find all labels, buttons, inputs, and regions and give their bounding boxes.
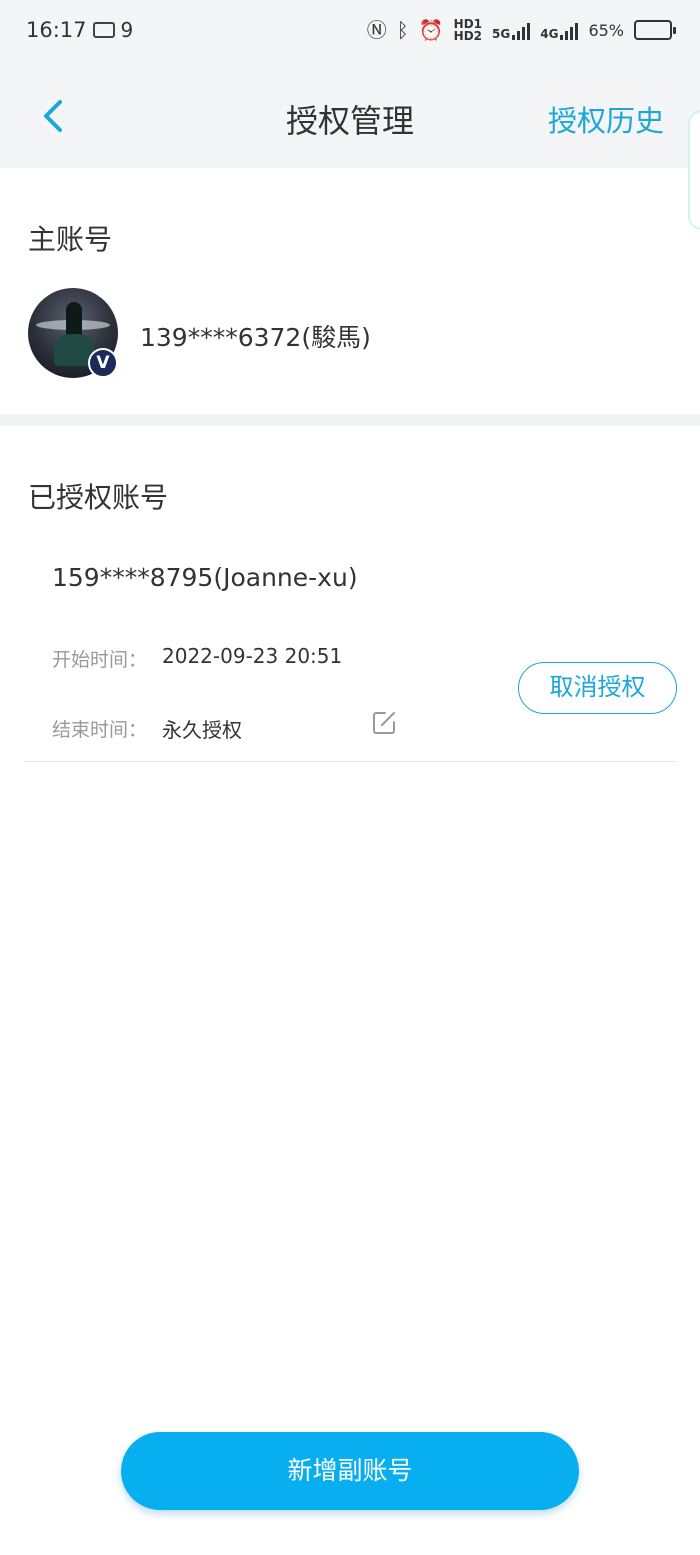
row-divider — [24, 761, 677, 762]
section-divider — [0, 414, 700, 426]
start-time-value: 2022-09-23 20:51 — [162, 644, 343, 668]
nav-bar: 授权管理 授权历史 — [0, 66, 700, 168]
status-right: Ⓝ ᛒ ⏰ HD1 HD2 5G 4G 65% — [366, 18, 676, 42]
alarm-icon: ⏰ — [418, 18, 444, 42]
floating-edge-tab[interactable] — [688, 110, 700, 230]
network-5g-label: 5G — [492, 27, 511, 41]
signal-4g: 4G — [540, 20, 579, 41]
edit-icon[interactable] — [371, 710, 397, 736]
history-link[interactable]: 授权历史 — [548, 98, 664, 140]
message-icon — [92, 16, 115, 38]
signal-5g: 5G — [492, 20, 531, 41]
authorized-accounts-title: 已授权账号 — [28, 481, 169, 514]
main-account-title: 主账号 — [28, 223, 113, 256]
status-time: 16:17 — [26, 18, 87, 42]
status-bar: 16:17 9 Ⓝ ᛒ ⏰ HD1 HD2 5G 4G 65% — [0, 0, 700, 66]
battery-percent: 65% — [588, 20, 624, 40]
start-time-label: 开始时间： — [52, 649, 148, 671]
end-time-value: 永久授权 — [162, 718, 242, 742]
status-left: 16:17 9 — [26, 16, 134, 42]
verified-badge-icon: V — [88, 348, 118, 378]
hd-indicator: HD1 HD2 — [454, 18, 482, 42]
bluetooth-icon: ᛒ — [396, 18, 409, 42]
network-4g-label: 4G — [540, 27, 559, 41]
signal-bars-icon — [512, 20, 531, 40]
authorized-account-name: 159****8795(Joanne-xu) — [52, 563, 358, 592]
add-sub-account-button[interactable]: 新增副账号 — [121, 1432, 579, 1510]
hd2-label: HD2 — [453, 29, 483, 43]
cancel-authorization-button[interactable]: 取消授权 — [518, 662, 677, 714]
end-time-label: 结束时间： — [52, 719, 148, 741]
nfc-icon: Ⓝ — [366, 18, 387, 42]
signal-bars-icon — [560, 20, 579, 40]
battery-icon — [634, 20, 676, 40]
notification-count: 9 — [120, 18, 134, 42]
main-account-name: 139****6372(駿馬) — [140, 323, 371, 352]
